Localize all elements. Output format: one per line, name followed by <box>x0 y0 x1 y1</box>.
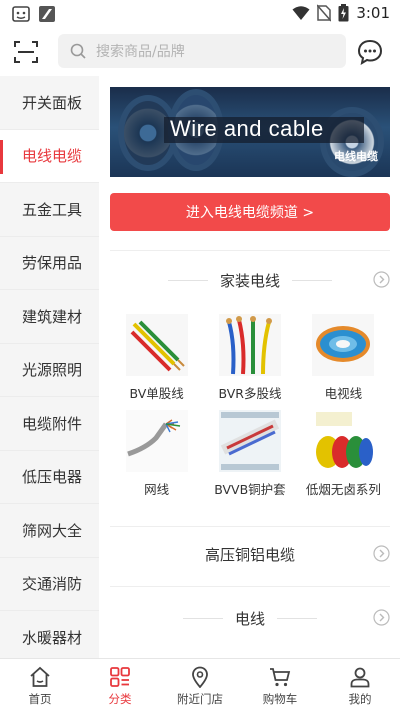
notification-face-icon <box>12 6 30 22</box>
tab-label: 分类 <box>108 692 132 706</box>
sidebar-item-cable-accessories[interactable]: 电缆附件 <box>0 397 99 451</box>
chevron-right-icon[interactable] <box>373 545 390 562</box>
message-icon[interactable] <box>357 39 383 65</box>
tab-home[interactable]: 首页 <box>0 659 80 711</box>
divider <box>110 586 390 587</box>
category-banner[interactable]: Wire and cable 电线电缆 <box>110 87 390 177</box>
sidebar-item-hardware-tools[interactable]: 五金工具 <box>0 183 99 237</box>
product-item-tv-cable[interactable]: 电视线 <box>297 314 390 402</box>
notification-app-icon <box>39 6 55 22</box>
sidebar-item-low-voltage[interactable]: 低压电器 <box>0 451 99 504</box>
product-item-bvvb[interactable]: BVVB铜护套 <box>203 410 296 498</box>
tab-mine[interactable]: 我的 <box>320 659 400 711</box>
divider <box>110 526 390 527</box>
product-image <box>125 314 188 376</box>
section-title: 电线 <box>234 609 265 628</box>
status-bar: 3:01 <box>0 0 400 28</box>
divider <box>110 250 390 251</box>
status-time: 3:01 <box>356 4 390 22</box>
chevron-right-icon[interactable] <box>373 271 390 288</box>
user-icon <box>350 667 370 688</box>
product-image <box>218 314 281 376</box>
category-sidebar: 开关面板 电线电缆 五金工具 劳保用品 建筑建材 光源照明 电缆附件 低压电器 … <box>0 76 99 658</box>
product-label: BV单股线 <box>129 386 184 401</box>
product-item-network-cable[interactable]: 网线 <box>110 410 203 498</box>
search-placeholder: 搜索商品/品牌 <box>96 44 185 60</box>
section-header-home-wire[interactable]: 家装电线 <box>110 265 390 295</box>
product-grid: BV单股线 BVR多股线 电视线 网线 BVVB铜护套 低烟无卤系列 <box>110 314 390 498</box>
search-input[interactable]: 搜索商品/品牌 <box>58 34 346 68</box>
tab-label: 购物车 <box>262 692 298 706</box>
category-content: Wire and cable 电线电缆 进入电线电缆频道 > 家装电线 BV单股… <box>99 76 400 658</box>
sidebar-item-lighting[interactable]: 光源照明 <box>0 344 99 397</box>
product-label: BVVB铜护套 <box>214 482 286 497</box>
section-header-wire[interactable]: 电线 <box>110 603 390 633</box>
product-image <box>312 314 375 376</box>
product-label: BVR多股线 <box>218 386 282 401</box>
sidebar-item-screens[interactable]: 筛网大全 <box>0 504 99 558</box>
tab-cart[interactable]: 购物车 <box>240 659 320 711</box>
header: 搜索商品/品牌 <box>0 28 400 76</box>
product-label: 低烟无卤系列 <box>305 482 381 497</box>
tab-label: 附近门店 <box>177 692 223 706</box>
product-label: 网线 <box>144 482 170 497</box>
scan-icon[interactable] <box>14 40 38 64</box>
tab-label: 我的 <box>348 692 372 706</box>
product-image <box>125 410 188 472</box>
location-icon <box>192 666 208 688</box>
banner-subtitle: 电线电缆 <box>334 150 378 163</box>
section-header-hv-cable[interactable]: 高压铜铝电缆 <box>110 539 390 569</box>
sidebar-item-switch-panel[interactable]: 开关面板 <box>0 76 99 130</box>
section-title: 家装电线 <box>219 271 280 290</box>
section-title: 高压铜铝电缆 <box>204 545 295 564</box>
tab-category[interactable]: 分类 <box>80 659 160 711</box>
cart-icon <box>270 668 291 687</box>
chevron-right-icon[interactable] <box>373 609 390 626</box>
sidebar-item-building-materials[interactable]: 建筑建材 <box>0 290 99 344</box>
battery-charging-icon <box>338 4 349 22</box>
banner-title: Wire and cable <box>170 116 324 141</box>
wifi-icon <box>292 6 310 20</box>
product-item-bvr-multi[interactable]: BVR多股线 <box>203 314 296 402</box>
category-icon <box>110 667 130 687</box>
product-label: 电视线 <box>324 386 363 401</box>
sidebar-item-wire-cable[interactable]: 电线电缆 <box>0 129 99 183</box>
sidebar-item-traffic-fire[interactable]: 交通消防 <box>0 558 99 611</box>
tab-label: 首页 <box>28 692 52 706</box>
tab-nearby-stores[interactable]: 附近门店 <box>160 659 240 711</box>
search-icon <box>70 43 86 59</box>
bottom-tab-bar: 首页 分类 附近门店 购物车 我的 <box>0 658 400 711</box>
no-sim-icon <box>317 4 332 22</box>
product-item-low-smoke[interactable]: 低烟无卤系列 <box>297 410 390 498</box>
home-icon <box>30 666 50 687</box>
sidebar-item-plumbing[interactable]: 水暖器材 <box>0 611 99 658</box>
product-image <box>218 410 281 472</box>
sidebar-item-safety-supplies[interactable]: 劳保用品 <box>0 237 99 290</box>
product-image <box>312 410 375 472</box>
enter-channel-button[interactable]: 进入电线电缆频道 > <box>110 193 390 231</box>
product-item-bv-single[interactable]: BV单股线 <box>110 314 203 402</box>
